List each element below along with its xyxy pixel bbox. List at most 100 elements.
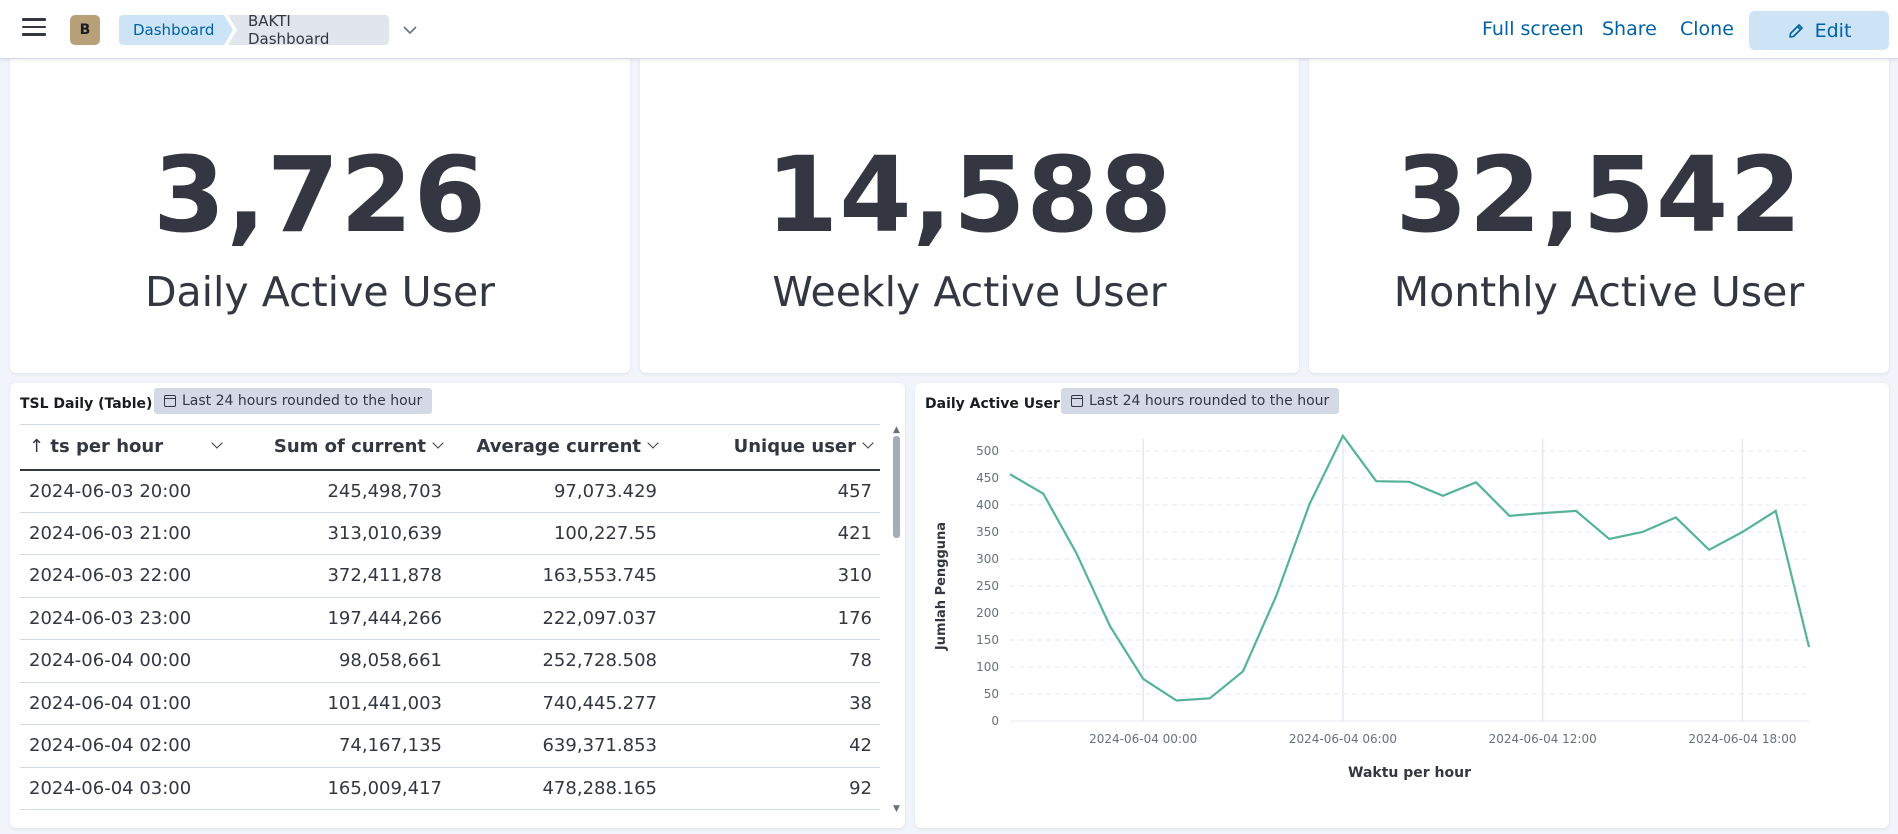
cell-average: 478,288.165	[450, 767, 665, 810]
table-row: 2024-06-04 03:00 165,009,417 478,288.165 92	[20, 767, 880, 810]
chevron-down-icon[interactable]	[432, 437, 444, 449]
metric-label: Weekly Active User	[772, 268, 1167, 316]
y-tick-label: 350	[976, 525, 999, 539]
metric-panel-weekly: 14,588 Weekly Active User	[640, 50, 1299, 373]
sort-ascending-icon: ↑	[29, 436, 45, 458]
table-row: 2024-06-03 22:00 372,411,878 163,553.745 31…	[20, 554, 880, 598]
calendar-icon	[1071, 395, 1083, 407]
line-chart: 0 50 100 150 200 250 300 350 400 450 500 2024-06-0…	[934, 433, 1811, 781]
time-range-badge[interactable]: Last 24 hours rounded to the hour	[1061, 388, 1340, 414]
y-tick-label: 0	[991, 714, 999, 728]
metric-label: Monthly Active User	[1393, 268, 1805, 316]
cell-average: 100,227.55	[450, 512, 665, 555]
cell-unique-user: 42	[665, 724, 880, 768]
cell-ts: 2024-06-03 21:00	[20, 512, 235, 555]
chart-panel: Daily Active User Last 24 hours rounded …	[915, 383, 1889, 828]
cell-average: 222,097.037	[450, 597, 665, 640]
cell-unique-user: 78	[665, 639, 880, 683]
metric-value: 3,726	[153, 134, 487, 256]
hamburger-menu-icon[interactable]	[22, 18, 46, 40]
edit-button[interactable]: Edit	[1749, 11, 1889, 50]
y-tick-label: 400	[976, 498, 999, 512]
cell-unique-user: 457	[665, 469, 880, 513]
cell-average: 639,371.853	[450, 724, 665, 768]
cell-sum: 165,009,417	[235, 767, 450, 810]
cell-sum: 313,010,639	[235, 512, 450, 555]
table-row: 2024-06-03 20:00 245,498,703 97,073.429 457	[20, 469, 880, 513]
column-header-ts[interactable]: ↑ ts per hour	[20, 424, 235, 471]
clone-button[interactable]: Clone	[1680, 18, 1734, 40]
share-button[interactable]: Share	[1602, 18, 1657, 40]
y-tick-label: 200	[976, 606, 999, 620]
table-body: 2024-06-03 20:00 245,498,703 97,073.429 457…	[20, 469, 880, 810]
y-tick-label: 300	[976, 552, 999, 566]
x-tick-label: 2024-06-04 18:00	[1688, 732, 1796, 746]
column-header-average[interactable]: Average current	[450, 424, 665, 471]
series-line	[1009, 433, 1811, 702]
cell-average: 252,728.508	[450, 639, 665, 683]
cell-unique-user: 310	[665, 554, 880, 598]
cell-ts: 2024-06-03 22:00	[20, 554, 235, 598]
chevron-down-icon[interactable]	[400, 20, 420, 40]
y-tick-label: 100	[976, 660, 999, 674]
x-tick-label: 2024-06-04 12:00	[1489, 732, 1597, 746]
cell-ts: 2024-06-04 03:00	[20, 767, 235, 810]
metric-label: Daily Active User	[144, 268, 496, 316]
table-row: 2024-06-04 01:00 101,441,003 740,445.277 38	[20, 682, 880, 725]
metric-panel-daily: 3,726 Daily Active User	[10, 50, 630, 373]
column-header-unique-user[interactable]: Unique user	[665, 424, 880, 471]
time-range-badge[interactable]: Last 24 hours rounded to the hour	[154, 388, 433, 414]
fullscreen-button[interactable]: Full screen	[1482, 18, 1584, 40]
table-row: 2024-06-04 02:00 74,167,135 639,371.853 42	[20, 724, 880, 768]
chevron-down-icon[interactable]	[211, 437, 223, 449]
pencil-icon	[1788, 23, 1803, 38]
y-tick-label: 450	[976, 471, 999, 485]
metric-value: 14,588	[765, 134, 1174, 256]
cell-ts: 2024-06-03 20:00	[20, 469, 235, 513]
cell-sum: 98,058,661	[235, 639, 450, 683]
chevron-down-icon[interactable]	[647, 437, 659, 449]
cell-unique-user: 92	[665, 767, 880, 810]
x-axis: 2024-06-04 00:00 2024-06-04 06:00 2024-06-…	[1089, 732, 1796, 746]
y-tick-label: 50	[984, 687, 999, 701]
cell-unique-user: 176	[665, 597, 880, 640]
y-axis: 0 50 100 150 200 250 300 350 400 450 500	[976, 444, 999, 728]
cell-sum: 101,441,003	[235, 682, 450, 725]
chevron-down-icon[interactable]	[862, 437, 874, 449]
y-tick-label: 150	[976, 633, 999, 647]
cell-ts: 2024-06-04 00:00	[20, 639, 235, 683]
cell-unique-user: 421	[665, 512, 880, 555]
y-axis-label: Jumlah Pengguna	[934, 522, 949, 651]
cell-sum: 74,167,135	[235, 724, 450, 768]
metric-panel-monthly: 32,542 Monthly Active User	[1309, 50, 1889, 373]
panel-title: TSL Daily (Table)	[20, 396, 153, 412]
cell-sum: 245,498,703	[235, 469, 450, 513]
calendar-icon	[164, 395, 176, 407]
time-range-label: Last 24 hours rounded to the hour	[182, 393, 423, 409]
table-panel: TSL Daily (Table) Last 24 hours rounded …	[10, 383, 905, 828]
data-table: ↑ ts per hour Sum of current Average cur…	[20, 424, 880, 810]
cell-unique-user: 38	[665, 682, 880, 725]
cell-ts: 2024-06-04 01:00	[20, 682, 235, 725]
cell-sum: 197,444,266	[235, 597, 450, 640]
x-tick-label: 2024-06-04 06:00	[1289, 732, 1397, 746]
cell-average: 740,445.277	[450, 682, 665, 725]
y-tick-label: 500	[976, 444, 999, 458]
scroll-down-arrow-icon[interactable]: ▼	[893, 804, 900, 814]
x-tick-label: 2024-06-04 00:00	[1089, 732, 1197, 746]
breadcrumb-dashboard[interactable]: Dashboard	[119, 15, 233, 45]
cell-ts: 2024-06-03 23:00	[20, 597, 235, 640]
x-axis-label: Waktu per hour	[1348, 765, 1471, 781]
metric-value: 32,542	[1395, 134, 1803, 256]
scroll-up-arrow-icon[interactable]: ▲	[893, 425, 900, 435]
space-avatar[interactable]: B	[70, 15, 100, 45]
panel-title: Daily Active User	[925, 396, 1060, 412]
table-scrollbar-thumb[interactable]	[893, 436, 900, 538]
cell-average: 163,553.745	[450, 554, 665, 598]
cell-ts: 2024-06-04 02:00	[20, 724, 235, 768]
y-tick-label: 250	[976, 579, 999, 593]
column-header-sum[interactable]: Sum of current	[235, 424, 450, 471]
breadcrumb-current-dashboard: BAKTI Dashboard	[228, 15, 389, 45]
top-nav-bar: B Dashboard BAKTI Dashboard Full screen …	[0, 0, 1898, 59]
cell-average: 97,073.429	[450, 469, 665, 513]
